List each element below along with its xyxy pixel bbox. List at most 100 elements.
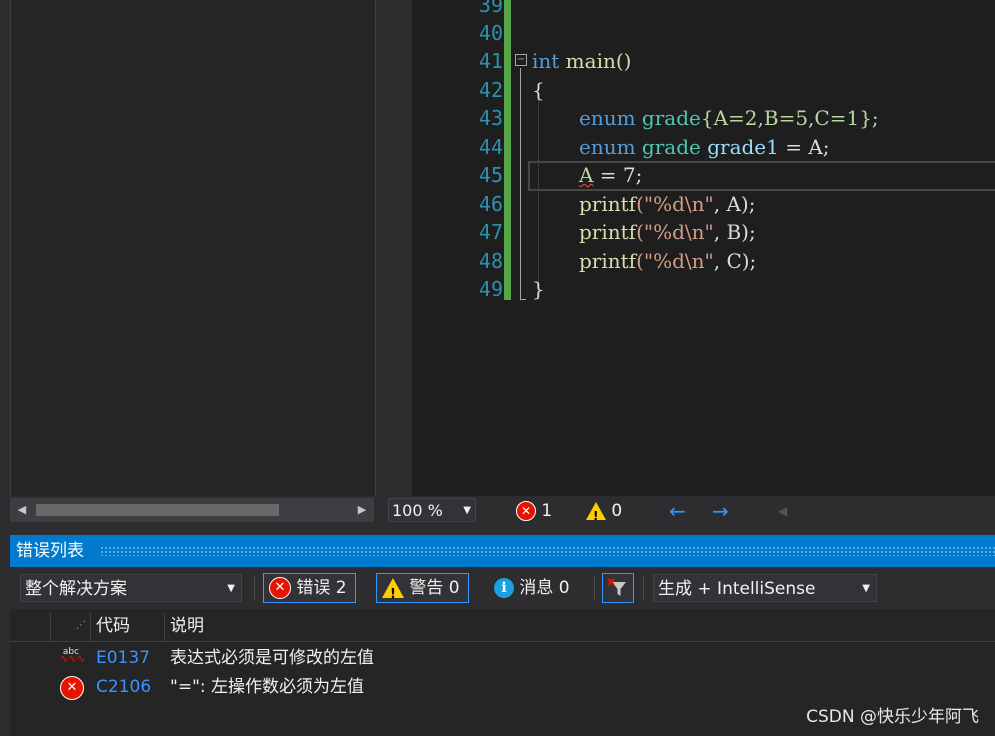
function-name: main()	[559, 49, 632, 73]
errors-filter-label: 错误 2	[296, 578, 347, 598]
column-header-description[interactable]: 说明	[170, 611, 204, 641]
keyword: enum	[579, 106, 636, 130]
info-icon: i	[494, 578, 514, 598]
code-line-48[interactable]: printf("%d\n", C);	[579, 247, 756, 275]
nav-forward-icon[interactable]: →	[712, 499, 729, 523]
column-options-icon[interactable]: ⋰	[76, 611, 86, 641]
scroll-left-icon[interactable]: ◀	[778, 499, 787, 523]
solution-explorer-panel: ◀ ▶	[0, 0, 384, 527]
error-icon: ✕	[516, 501, 536, 521]
error-list-title: 错误列表	[16, 541, 84, 561]
line-number: 49	[478, 277, 503, 301]
error-code-link[interactable]: C2106	[96, 672, 151, 702]
code-line-42[interactable]: {	[532, 76, 545, 104]
error-list-toolbar: 整个解决方案 ▼ ✕ 错误 2 ! 警告 0 i 消息 0 生成 + Intell…	[10, 567, 995, 609]
keyword: int	[532, 49, 560, 73]
warning-icon: !	[382, 578, 404, 602]
scrollbar-thumb[interactable]	[36, 504, 279, 516]
line-number: 46	[478, 192, 503, 216]
error-code-link[interactable]: E0137	[96, 643, 150, 673]
watermark: CSDN @快乐少年阿飞	[806, 707, 979, 727]
chevron-down-icon: ▼	[227, 583, 235, 594]
fold-line	[520, 68, 521, 300]
line-number: 42	[478, 78, 503, 102]
scroll-right-icon[interactable]: ▶	[354, 501, 370, 519]
arguments: , C);	[713, 249, 757, 273]
zoom-value: 100 %	[392, 501, 443, 520]
intellisense-error-icon: abc ∿∿∿	[60, 647, 86, 665]
warning-count: 0	[611, 501, 623, 521]
build-source-value: 生成 + IntelliSense	[658, 579, 816, 599]
column-separator[interactable]	[50, 613, 51, 641]
warnings-filter-button[interactable]: ! 警告 0	[376, 573, 469, 603]
variable-name: grade1	[700, 135, 779, 159]
error-description: "=": 左操作数必须为左值	[170, 677, 365, 697]
arguments: , A);	[713, 192, 756, 216]
editor-status-bar: 100 % ▼ ✕ 1 ! 0 ← → ◀	[386, 496, 995, 526]
error-count: 1	[541, 501, 553, 521]
table-row[interactable]: abc ∿∿∿ E0137 表达式必须是可修改的左值	[10, 643, 995, 673]
warning-count-indicator[interactable]: ! 0	[586, 499, 622, 523]
string-literal: ("%d\n"	[636, 249, 714, 273]
line-number: 44	[478, 135, 503, 159]
scroll-left-icon[interactable]: ◀	[14, 501, 30, 519]
column-separator[interactable]	[90, 613, 91, 641]
line-number: 39	[478, 0, 503, 17]
line-number: 47	[478, 220, 503, 244]
keyword: enum	[579, 135, 636, 159]
collapse-toggle-icon[interactable]: −	[515, 54, 527, 66]
errors-filter-button[interactable]: ✕ 错误 2	[263, 573, 356, 603]
code-line-41[interactable]: int main()	[532, 47, 631, 75]
type-name: grade	[635, 135, 701, 159]
assignment: = 7;	[593, 163, 643, 187]
enum-body: {A=2,B=5,C=1};	[700, 106, 879, 130]
arguments: , B);	[713, 220, 756, 244]
messages-filter-label: 消息 0	[519, 578, 570, 598]
code-line-45[interactable]: A = 7;	[579, 161, 642, 189]
code-line-47[interactable]: printf("%d\n", B);	[579, 218, 756, 246]
code-editor[interactable]: 39 40 41 42 43 44 45 46 47 48 49 − int m…	[386, 0, 995, 496]
brace: }	[532, 277, 545, 301]
code-line-46[interactable]: printf("%d\n", A);	[579, 190, 755, 218]
code-line-49[interactable]: }	[532, 275, 545, 303]
type-name: grade	[635, 106, 701, 130]
string-literal: ("%d\n"	[636, 192, 714, 216]
chevron-down-icon: ▼	[463, 505, 471, 516]
code-line-43[interactable]: enum grade{A=2,B=5,C=1};	[579, 104, 879, 132]
line-number: 40	[478, 21, 503, 45]
editor-margin	[386, 0, 412, 496]
messages-filter-button[interactable]: i 消息 0	[488, 573, 579, 603]
error-description: 表达式必须是可修改的左值	[170, 648, 374, 668]
filter-button[interactable]	[602, 573, 634, 603]
column-header-code[interactable]: 代码	[96, 611, 130, 641]
line-number: 41	[478, 49, 503, 73]
table-row[interactable]: ✕ C2106 "=": 左操作数必须为左值	[10, 672, 995, 702]
error-icon: ✕	[60, 676, 84, 700]
zoom-select[interactable]: 100 % ▼	[388, 498, 476, 522]
line-number: 48	[478, 249, 503, 273]
column-separator[interactable]	[164, 613, 165, 641]
scope-value: 整个解决方案	[25, 579, 127, 599]
scope-select[interactable]: 整个解决方案 ▼	[20, 574, 242, 602]
chevron-down-icon: ▼	[862, 583, 870, 594]
function-name: printf	[579, 249, 637, 273]
toolbar-separator	[594, 575, 595, 601]
error-count-indicator[interactable]: ✕ 1	[516, 499, 552, 523]
warning-icon: !	[586, 502, 606, 523]
code-line-44[interactable]: enum grade grade1 = A;	[579, 133, 830, 161]
title-grip	[100, 546, 995, 556]
filter-clear-icon	[607, 578, 626, 596]
nav-back-icon[interactable]: ←	[669, 499, 686, 523]
line-number: 45	[478, 163, 503, 187]
toolbar-separator	[254, 575, 255, 601]
build-source-select[interactable]: 生成 + IntelliSense ▼	[653, 574, 877, 602]
function-name: printf	[579, 192, 637, 216]
assignment: = A;	[778, 135, 830, 159]
brace: {	[532, 78, 545, 102]
left-horizontal-scrollbar[interactable]: ◀ ▶	[10, 498, 374, 522]
fold-line-end	[520, 299, 526, 300]
change-tracking-bar	[504, 0, 511, 300]
error-list-title-bar[interactable]: 错误列表	[10, 535, 995, 567]
error-squiggle-token[interactable]: A	[579, 163, 593, 187]
toolbar-separator	[643, 575, 644, 601]
